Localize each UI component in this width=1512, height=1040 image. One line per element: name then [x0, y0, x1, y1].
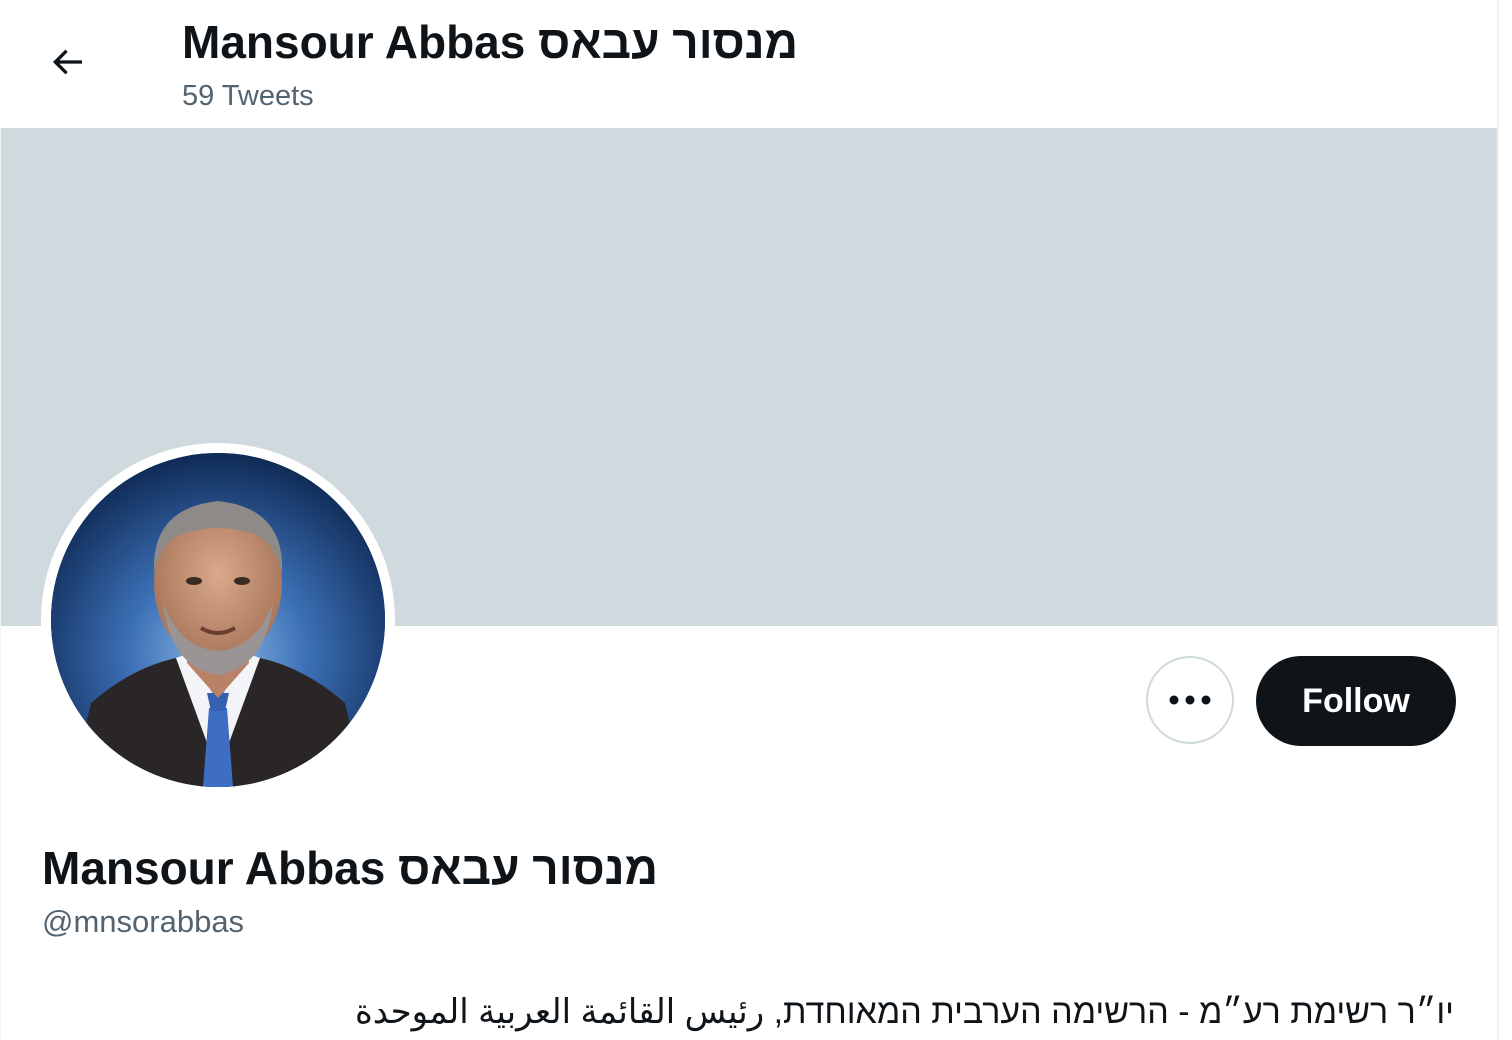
column-border-right	[1497, 0, 1499, 1040]
profile-handle: @mnsorabbas	[42, 904, 245, 939]
profile-page: Mansour Abbas מנסור עבאס 59 Tweets Follo…	[0, 0, 1512, 1040]
profile-header: Mansour Abbas מנסור עבאס 59 Tweets	[0, 0, 1497, 128]
avatar[interactable]	[51, 453, 385, 787]
more-horizontal-icon	[1169, 695, 1211, 705]
arrow-left-icon	[52, 49, 82, 75]
more-options-button[interactable]	[1146, 656, 1234, 744]
back-button[interactable]	[36, 34, 98, 90]
tweet-count: 59 Tweets	[182, 80, 314, 112]
profile-name: Mansour Abbas מנסור עבאס	[42, 842, 659, 894]
profile-bio: יו״ר רשימת רע״מ - הרשימה הערבית המאוחדת,…	[354, 993, 1454, 1031]
header-title: Mansour Abbas מנסור עבאס	[182, 16, 799, 68]
follow-button[interactable]: Follow	[1256, 656, 1456, 746]
avatar-photo	[51, 453, 385, 787]
